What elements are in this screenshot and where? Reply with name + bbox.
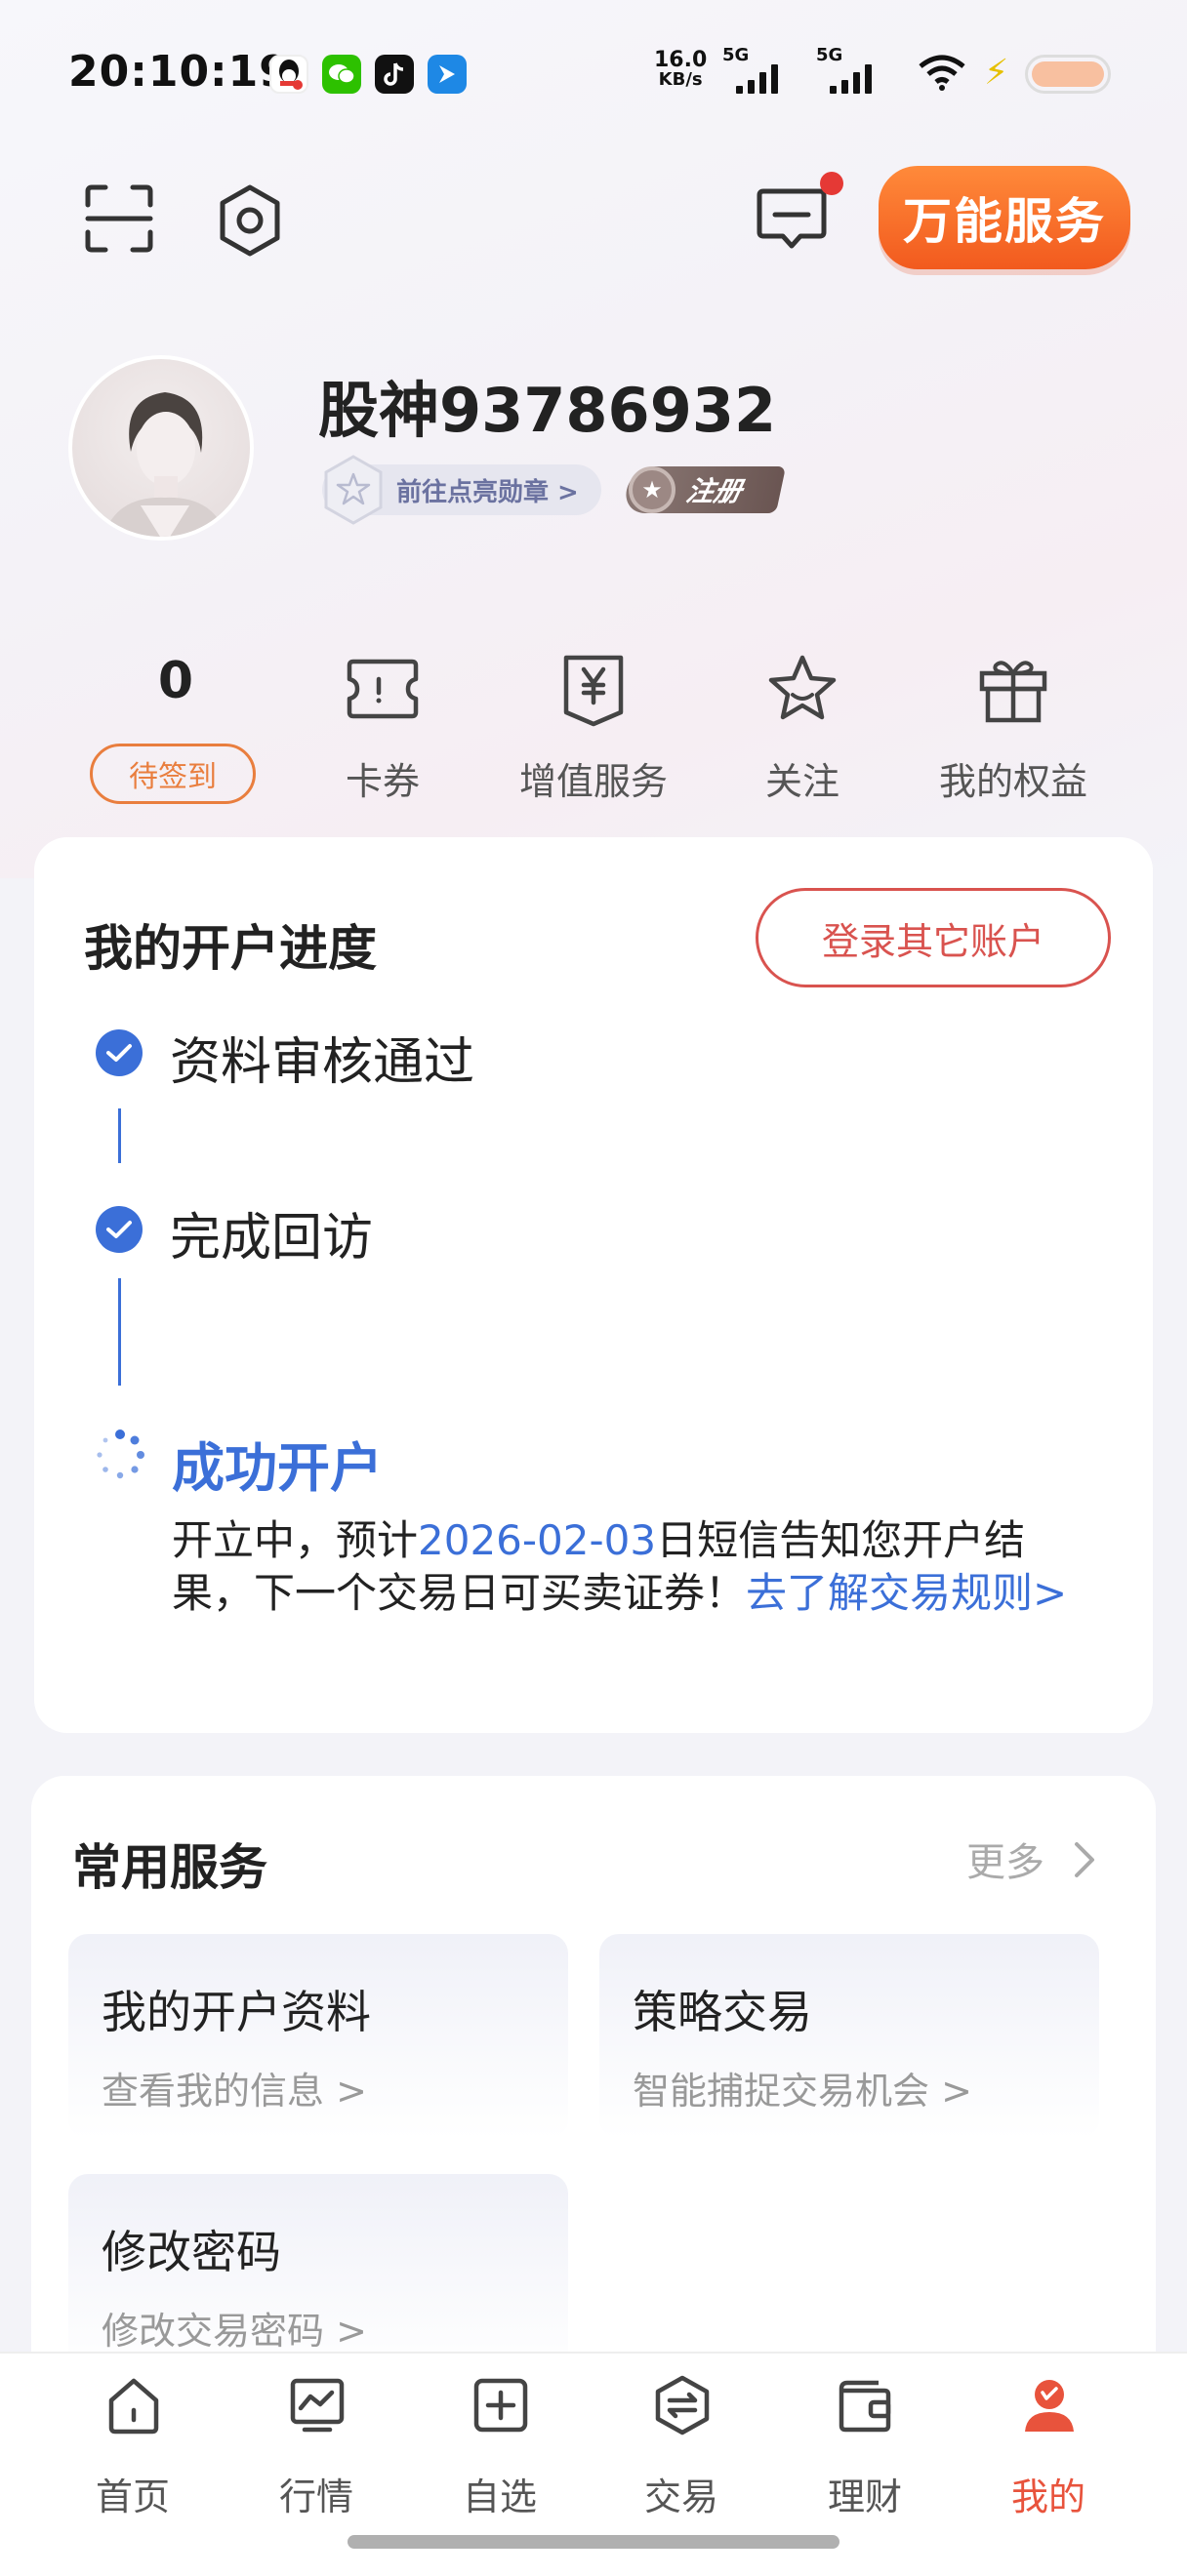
network-speed-unit: KB/s [658, 69, 703, 90]
nav-watchlist[interactable]: 自选 [412, 2354, 588, 2549]
service-strategy-trading[interactable]: 策略交易 智能捕捉交易机会 > [599, 1934, 1099, 2139]
avatar-figure-icon [103, 392, 226, 537]
network-speed: 16.0 KB/s [654, 48, 708, 90]
nav-market-label: 行情 [278, 2475, 353, 2518]
nav-wealth-label: 理财 [827, 2475, 902, 2518]
nav-home[interactable]: 首页 [45, 2354, 221, 2549]
services-more-label: 更多 [966, 1840, 1044, 1885]
message-unread-dot [820, 172, 843, 195]
stat-follow-label: 关注 [764, 760, 839, 803]
trade-rules-link[interactable]: 去了解交易规则> [746, 1569, 1067, 1617]
charging-icon: ⚡ [984, 53, 1009, 93]
signal-sim2-icon: 5G [816, 45, 884, 98]
sim1-label: 5G [722, 45, 750, 65]
nav-market[interactable]: 行情 [228, 2354, 404, 2549]
step-callback-done: 完成回访 [170, 1209, 374, 1268]
status-time: 20:10:19 [68, 47, 290, 97]
wifi-icon [919, 55, 965, 91]
star-icon [768, 655, 837, 720]
stat-benefits-label: 我的权益 [938, 760, 1087, 803]
login-other-account-button[interactable]: 登录其它账户 [756, 888, 1111, 987]
checkin-button[interactable]: 待签到 [90, 744, 256, 804]
chevron-right-icon [1074, 1842, 1094, 1877]
services-more-link[interactable]: 更多 [966, 1831, 1096, 1887]
qq-notification-icon [269, 55, 308, 94]
yen-doc-icon [563, 655, 624, 727]
nav-watchlist-label: 自选 [462, 2475, 537, 2518]
service-subtitle: 智能捕捉交易机会 > [633, 2070, 972, 2113]
feishu-notification-icon [428, 55, 467, 94]
service-subtitle: 修改交易密码 > [102, 2310, 367, 2353]
step-done-check-icon [96, 1029, 143, 1076]
stat-coupons-label: 卡券 [345, 760, 420, 803]
avatar[interactable] [68, 355, 254, 541]
service-title: 修改密码 [102, 2226, 281, 2278]
badge-star-icon [324, 455, 383, 525]
sim2-label: 5G [816, 45, 843, 65]
nav-profile[interactable]: 我的 [961, 2354, 1136, 2549]
profile-icon [1025, 2380, 1074, 2432]
step-connector [118, 1278, 121, 1386]
nav-profile-label: 我的 [1010, 2475, 1085, 2518]
wallet-icon [839, 2380, 891, 2433]
step-review-passed: 资料审核通过 [170, 1033, 475, 1092]
progress-info-date: 2026-02-03 [418, 1516, 657, 1564]
username: 股神93786932 [318, 375, 777, 446]
service-title: 我的开户资料 [102, 1986, 371, 2038]
loading-spinner-icon [97, 1429, 144, 1479]
signal-sim1-icon: 5G [722, 45, 791, 98]
checkin-count: 0 [157, 652, 194, 710]
register-star-icon: ★ [629, 466, 675, 513]
nav-trade[interactable]: 交易 [594, 2354, 769, 2549]
universal-service-button[interactable]: 万能服务 [879, 166, 1130, 269]
home-indicator[interactable] [348, 2535, 839, 2549]
ticket-icon [347, 659, 419, 719]
progress-title: 我的开户进度 [84, 920, 377, 977]
scan-icon[interactable] [84, 183, 154, 254]
service-my-account-info[interactable]: 我的开户资料 查看我的信息 > [68, 1934, 568, 2139]
nav-trade-label: 交易 [643, 2475, 718, 2518]
step-account-opened: 成功开户 [172, 1437, 383, 1499]
network-speed-value: 16.0 [654, 48, 708, 72]
service-change-password[interactable]: 修改密码 修改交易密码 > [68, 2174, 568, 2379]
service-title: 策略交易 [633, 1986, 812, 2038]
nav-home-label: 首页 [95, 2475, 170, 2518]
tiktok-notification-icon [375, 55, 414, 94]
nav-wealth[interactable]: 理财 [777, 2354, 953, 2549]
stat-value-added-label: 增值服务 [518, 760, 668, 803]
wechat-notification-icon [322, 55, 361, 94]
step-connector [118, 1108, 121, 1163]
service-subtitle: 查看我的信息 > [102, 2070, 367, 2113]
progress-info-prefix: 开立中，预计 [172, 1516, 419, 1564]
step-done-check-icon [96, 1206, 143, 1253]
exchange-icon [655, 2375, 710, 2435]
settings-gear-icon[interactable] [213, 183, 287, 258]
services-title: 常用服务 [72, 1839, 267, 1896]
status-bar: 20:10:19 16.0 KB/s 5G 5G ⚡ [0, 0, 1187, 146]
gift-icon [979, 661, 1047, 723]
home-icon [108, 2378, 159, 2435]
message-icon[interactable] [756, 185, 828, 254]
chart-icon [290, 2378, 345, 2433]
add-box-icon [473, 2378, 528, 2433]
battery-icon [1025, 55, 1111, 94]
register-label: 注册 [683, 475, 746, 507]
progress-info-text: 开立中，预计2026-02-03日短信告知您开户结果，下一个交易日可买卖证券！去… [172, 1514, 1089, 1620]
